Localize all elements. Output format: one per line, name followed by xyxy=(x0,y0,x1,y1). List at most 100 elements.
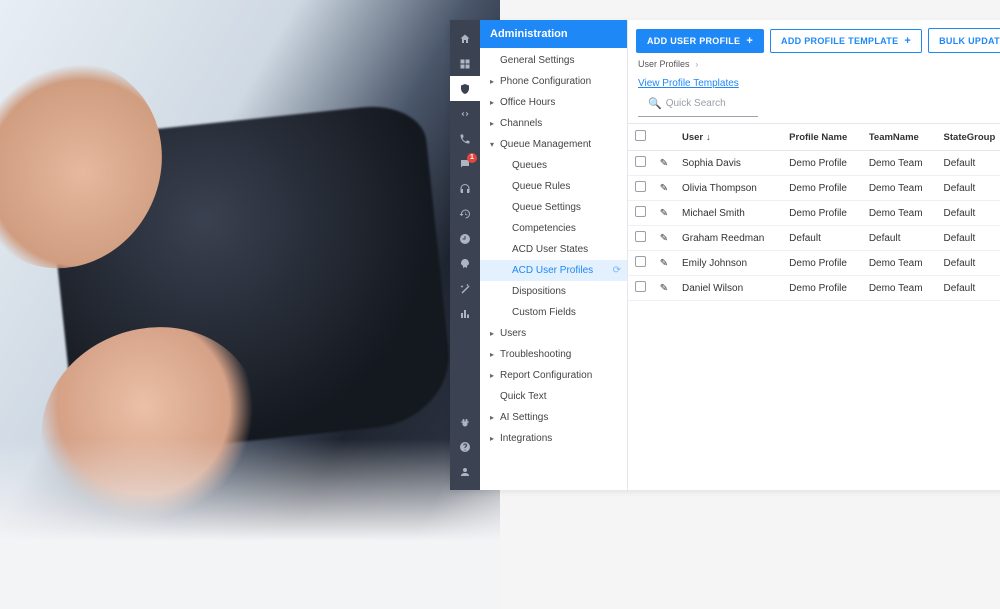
cell-team: Demo Team xyxy=(863,176,938,201)
nav-item[interactable]: Custom Fields xyxy=(480,302,627,323)
bulk-update-queues-button[interactable]: BULK UPDATE QUEUES ⤢ xyxy=(928,28,1000,53)
view-profile-templates-link[interactable]: View Profile Templates xyxy=(638,78,739,89)
rail-chart-icon[interactable] xyxy=(450,301,480,326)
cell-team: Default xyxy=(863,226,938,251)
nav-item[interactable]: ▸ Office Hours xyxy=(480,92,627,113)
table-row: ✎Graham ReedmanDefaultDefaultDefault xyxy=(628,226,1000,251)
cell-state: Default xyxy=(938,201,1000,226)
col-user[interactable]: User↓ xyxy=(676,124,783,151)
nav-item-label: Channels xyxy=(500,118,542,129)
edit-icon[interactable]: ✎ xyxy=(660,258,668,269)
col-team-name[interactable]: TeamName xyxy=(863,124,938,151)
nav-item-label: Custom Fields xyxy=(512,307,576,318)
action-bar: ADD USER PROFILE + ADD PROFILE TEMPLATE … xyxy=(628,20,1000,59)
refresh-icon[interactable]: ⟳ xyxy=(613,265,621,276)
rail-rocket-icon[interactable] xyxy=(450,251,480,276)
caret-right-icon: ▸ xyxy=(488,371,496,380)
nav-item-label: Report Configuration xyxy=(500,370,592,381)
cell-profile: Demo Profile xyxy=(783,176,863,201)
edit-icon[interactable]: ✎ xyxy=(660,283,668,294)
nav-item[interactable]: General Settings xyxy=(480,50,627,71)
rail-plugin-icon[interactable] xyxy=(450,409,480,434)
nav-item-label: Integrations xyxy=(500,433,552,444)
cell-team: Demo Team xyxy=(863,201,938,226)
nav-item[interactable]: Queue Rules xyxy=(480,176,627,197)
cell-team: Demo Team xyxy=(863,151,938,176)
edit-icon[interactable]: ✎ xyxy=(660,208,668,219)
col-profile-name[interactable]: Profile Name xyxy=(783,124,863,151)
caret-down-icon: ▾ xyxy=(488,140,496,149)
nav-item[interactable]: Queue Settings xyxy=(480,197,627,218)
nav-item-label: ACD User States xyxy=(512,244,588,255)
nav-item-label: ACD User Profiles xyxy=(512,265,593,276)
rail-shield-icon[interactable] xyxy=(450,76,480,101)
breadcrumb: User Profiles › xyxy=(628,59,1000,73)
app-window: 1 Administration General Settings▸Phone … xyxy=(450,20,1000,490)
nav-item[interactable]: ▸Troubleshooting xyxy=(480,344,627,365)
rail-grid-icon[interactable] xyxy=(450,51,480,76)
rail-phone-icon[interactable] xyxy=(450,126,480,151)
rail-history-icon[interactable] xyxy=(450,201,480,226)
add-user-profile-button[interactable]: ADD USER PROFILE + xyxy=(636,29,764,53)
nav-item[interactable]: ACD User Profiles ⟳ xyxy=(480,260,627,281)
row-checkbox[interactable] xyxy=(635,181,646,192)
add-profile-template-button[interactable]: ADD PROFILE TEMPLATE + xyxy=(770,29,922,53)
row-checkbox[interactable] xyxy=(635,206,646,217)
caret-right-icon: ▸ xyxy=(488,350,496,359)
nav-item[interactable]: ACD User States xyxy=(480,239,627,260)
nav-item-label: AI Settings xyxy=(500,412,548,423)
nav-item-label: Competencies xyxy=(512,223,576,234)
rail-user-icon[interactable] xyxy=(450,459,480,484)
edit-icon[interactable]: ✎ xyxy=(660,233,668,244)
cell-profile: Default xyxy=(783,226,863,251)
rail-clock-icon[interactable] xyxy=(450,226,480,251)
rail-headset-icon[interactable] xyxy=(450,176,480,201)
table-row: ✎ Olivia ThompsonDemo ProfileDemo TeamDef… xyxy=(628,176,1000,201)
icon-rail: 1 xyxy=(450,20,480,490)
nav-item[interactable]: Dispositions xyxy=(480,281,627,302)
nav-item-label: Queue Rules xyxy=(512,181,570,192)
nav-item[interactable]: Competencies xyxy=(480,218,627,239)
select-all-checkbox[interactable] xyxy=(635,130,646,141)
cell-state: Default xyxy=(938,176,1000,201)
button-label: ADD PROFILE TEMPLATE xyxy=(781,36,898,46)
nav-item[interactable]: ▸Phone Configuration xyxy=(480,71,627,92)
row-checkbox[interactable] xyxy=(635,156,646,167)
rail-magic-icon[interactable] xyxy=(450,276,480,301)
edit-icon[interactable]: ✎ xyxy=(660,158,668,169)
row-checkbox[interactable] xyxy=(635,256,646,267)
chevron-right-icon: › xyxy=(696,60,699,69)
cell-state: Default xyxy=(938,151,1000,176)
rail-help-icon[interactable] xyxy=(450,434,480,459)
nav-item[interactable]: ▸Users xyxy=(480,323,627,344)
table-row: ✎Michael SmithDemo ProfileDemo TeamDefau… xyxy=(628,201,1000,226)
col-state-group[interactable]: StateGroup xyxy=(938,124,1000,151)
caret-right-icon: ▸ xyxy=(488,98,496,107)
caret-right-icon: ▸ xyxy=(488,413,496,422)
row-checkbox[interactable] xyxy=(635,281,646,292)
nav-item[interactable]: ▸Integrations xyxy=(480,428,627,449)
rail-chat-icon[interactable]: 1 xyxy=(450,151,480,176)
cell-user: Emily Johnson xyxy=(676,251,783,276)
search-input[interactable] xyxy=(666,98,798,109)
nav-item-label: Office Hours xyxy=(500,97,555,108)
rail-home-icon[interactable] xyxy=(450,26,480,51)
table-row: ✎Emily JohnsonDemo ProfileDemo TeamDefau… xyxy=(628,251,1000,276)
edit-icon[interactable]: ✎ xyxy=(660,183,668,194)
background-hand xyxy=(0,30,195,301)
nav-item[interactable]: ▸ Report Configuration xyxy=(480,365,627,386)
search-box[interactable]: 🔍 xyxy=(638,97,758,117)
nav-tree: General Settings▸Phone Configuration ▸ Off… xyxy=(480,48,627,451)
breadcrumb-segment[interactable]: User Profiles xyxy=(638,59,690,69)
cell-user: Olivia Thompson xyxy=(676,176,783,201)
nav-panel-title: Administration xyxy=(480,20,627,48)
nav-item[interactable]: Queues xyxy=(480,155,627,176)
nav-item[interactable]: ▾Queue Management xyxy=(480,134,627,155)
cell-state: Default xyxy=(938,226,1000,251)
nav-item[interactable]: ▸Channels xyxy=(480,113,627,134)
nav-item[interactable]: Quick Text xyxy=(480,386,627,407)
row-checkbox[interactable] xyxy=(635,231,646,242)
main-area: ADD USER PROFILE + ADD PROFILE TEMPLATE … xyxy=(628,20,1000,490)
rail-code-icon[interactable] xyxy=(450,101,480,126)
nav-item[interactable]: ▸ AI Settings xyxy=(480,407,627,428)
